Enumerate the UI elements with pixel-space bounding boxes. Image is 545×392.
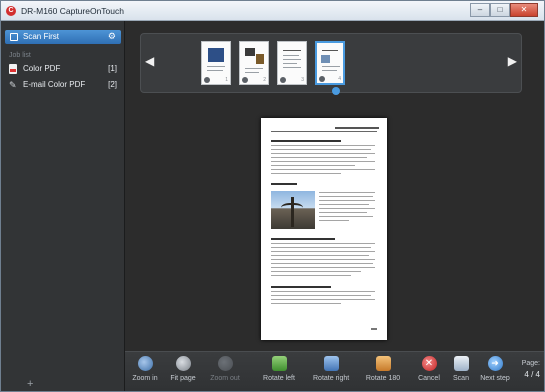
- zoom-out-button[interactable]: Zoom out: [207, 356, 243, 390]
- gear-icon[interactable]: ⚙: [108, 31, 116, 42]
- rotate-right-icon: [323, 356, 339, 371]
- scan-icon: [453, 356, 469, 371]
- cancel-icon: ✕: [421, 356, 437, 371]
- thumbnail-page-number: 2: [263, 77, 266, 83]
- job-item-color-pdf[interactable]: Color PDF [1]: [9, 63, 121, 75]
- main-panel: ◀ 1 2 3 4 ▶ Zoom in Fit page Zoom out Ro…: [125, 21, 544, 391]
- rotate-icon[interactable]: [319, 76, 325, 82]
- rotate-right-button[interactable]: Rotate right: [313, 356, 349, 390]
- title-bar[interactable]: C DR-M160 CaptureOnTouch – □ ✕: [1, 1, 544, 21]
- thumbnail-page-number: 4: [338, 76, 341, 82]
- app-window: C DR-M160 CaptureOnTouch – □ ✕ Scan Firs…: [0, 0, 545, 392]
- paperclip-icon: ✎: [9, 80, 17, 90]
- preview-photo: [271, 191, 315, 229]
- rotate-left-icon: [271, 356, 287, 371]
- scan-label: Scan: [453, 375, 469, 382]
- thumbnail-page-number: 3: [301, 77, 304, 83]
- page-preview[interactable]: [261, 118, 387, 340]
- thumbnail-strip: ◀ 1 2 3 4 ▶: [140, 33, 522, 93]
- app-logo-icon: C: [6, 6, 16, 16]
- thumbnail-page[interactable]: 2: [239, 41, 269, 85]
- thumbnail-page-number: 1: [225, 77, 228, 83]
- zoom-in-label: Zoom in: [132, 375, 158, 382]
- cancel-label: Cancel: [418, 375, 440, 382]
- selected-page-indicator: [332, 87, 340, 95]
- rotate-left-button[interactable]: Rotate left: [261, 356, 297, 390]
- job-item-scan-first[interactable]: Scan First ⚙: [5, 30, 121, 44]
- rotate-180-icon: [375, 356, 391, 371]
- job-item-label: Scan First: [23, 32, 60, 41]
- job-item-label: Color PDF: [23, 64, 61, 73]
- bottom-toolbar: Zoom in Fit page Zoom out Rotate left Ro…: [125, 351, 544, 391]
- close-button[interactable]: ✕: [510, 3, 538, 17]
- rotate-right-label: Rotate right: [313, 375, 350, 382]
- job-item-count: [1]: [108, 64, 117, 73]
- minimize-button[interactable]: –: [470, 3, 490, 17]
- arrow-right-icon: ➜: [487, 356, 503, 371]
- job-item-count: [2]: [108, 80, 117, 89]
- rotate-left-label: Rotate left: [263, 375, 295, 382]
- add-job-button[interactable]: +: [27, 378, 33, 390]
- page-indicator-value: 4 / 4: [524, 370, 540, 379]
- zoom-in-button[interactable]: Zoom in: [127, 356, 163, 390]
- scan-button[interactable]: Scan: [443, 356, 479, 390]
- maximize-button[interactable]: □: [490, 3, 510, 17]
- job-sidebar: Scan First ⚙ Job list Color PDF [1] ✎ E-…: [1, 21, 125, 391]
- page-indicator-label: Page:: [521, 360, 540, 367]
- magnifier-minus-icon: [217, 356, 233, 371]
- thumbnail-page[interactable]: 1: [201, 41, 231, 85]
- magnifier-plus-icon: [137, 356, 153, 371]
- window-controls: – □ ✕: [470, 3, 538, 17]
- thumbnail-prev-button[interactable]: ◀: [145, 54, 154, 68]
- next-step-button[interactable]: ➜ Next step: [477, 356, 513, 390]
- thumbnail-page-selected[interactable]: 4: [315, 41, 345, 85]
- cancel-button[interactable]: ✕ Cancel: [411, 356, 447, 390]
- rotate-180-button[interactable]: Rotate 180: [365, 356, 401, 390]
- next-step-label: Next step: [480, 375, 510, 382]
- window-title: DR-M160 CaptureOnTouch: [21, 6, 124, 16]
- job-item-email-color-pdf[interactable]: ✎ E-mail Color PDF [2]: [9, 79, 121, 91]
- rotate-icon[interactable]: [204, 77, 210, 83]
- fit-page-button[interactable]: Fit page: [165, 356, 201, 390]
- rotate-icon[interactable]: [242, 77, 248, 83]
- job-item-label: E-mail Color PDF: [23, 80, 86, 89]
- thumbnail-next-button[interactable]: ▶: [508, 54, 517, 68]
- pdf-icon: [9, 64, 17, 74]
- job-list-heading: Job list: [9, 52, 31, 59]
- fit-page-icon: [175, 356, 191, 371]
- page-indicator: Page: 4 / 4: [522, 360, 540, 379]
- thumbnail-page[interactable]: 3: [277, 41, 307, 85]
- zoom-out-label: Zoom out: [210, 375, 240, 382]
- rotate-180-label: Rotate 180: [365, 375, 401, 382]
- fit-page-label: Fit page: [170, 375, 196, 382]
- rotate-icon[interactable]: [280, 77, 286, 83]
- scanner-icon: [10, 33, 18, 41]
